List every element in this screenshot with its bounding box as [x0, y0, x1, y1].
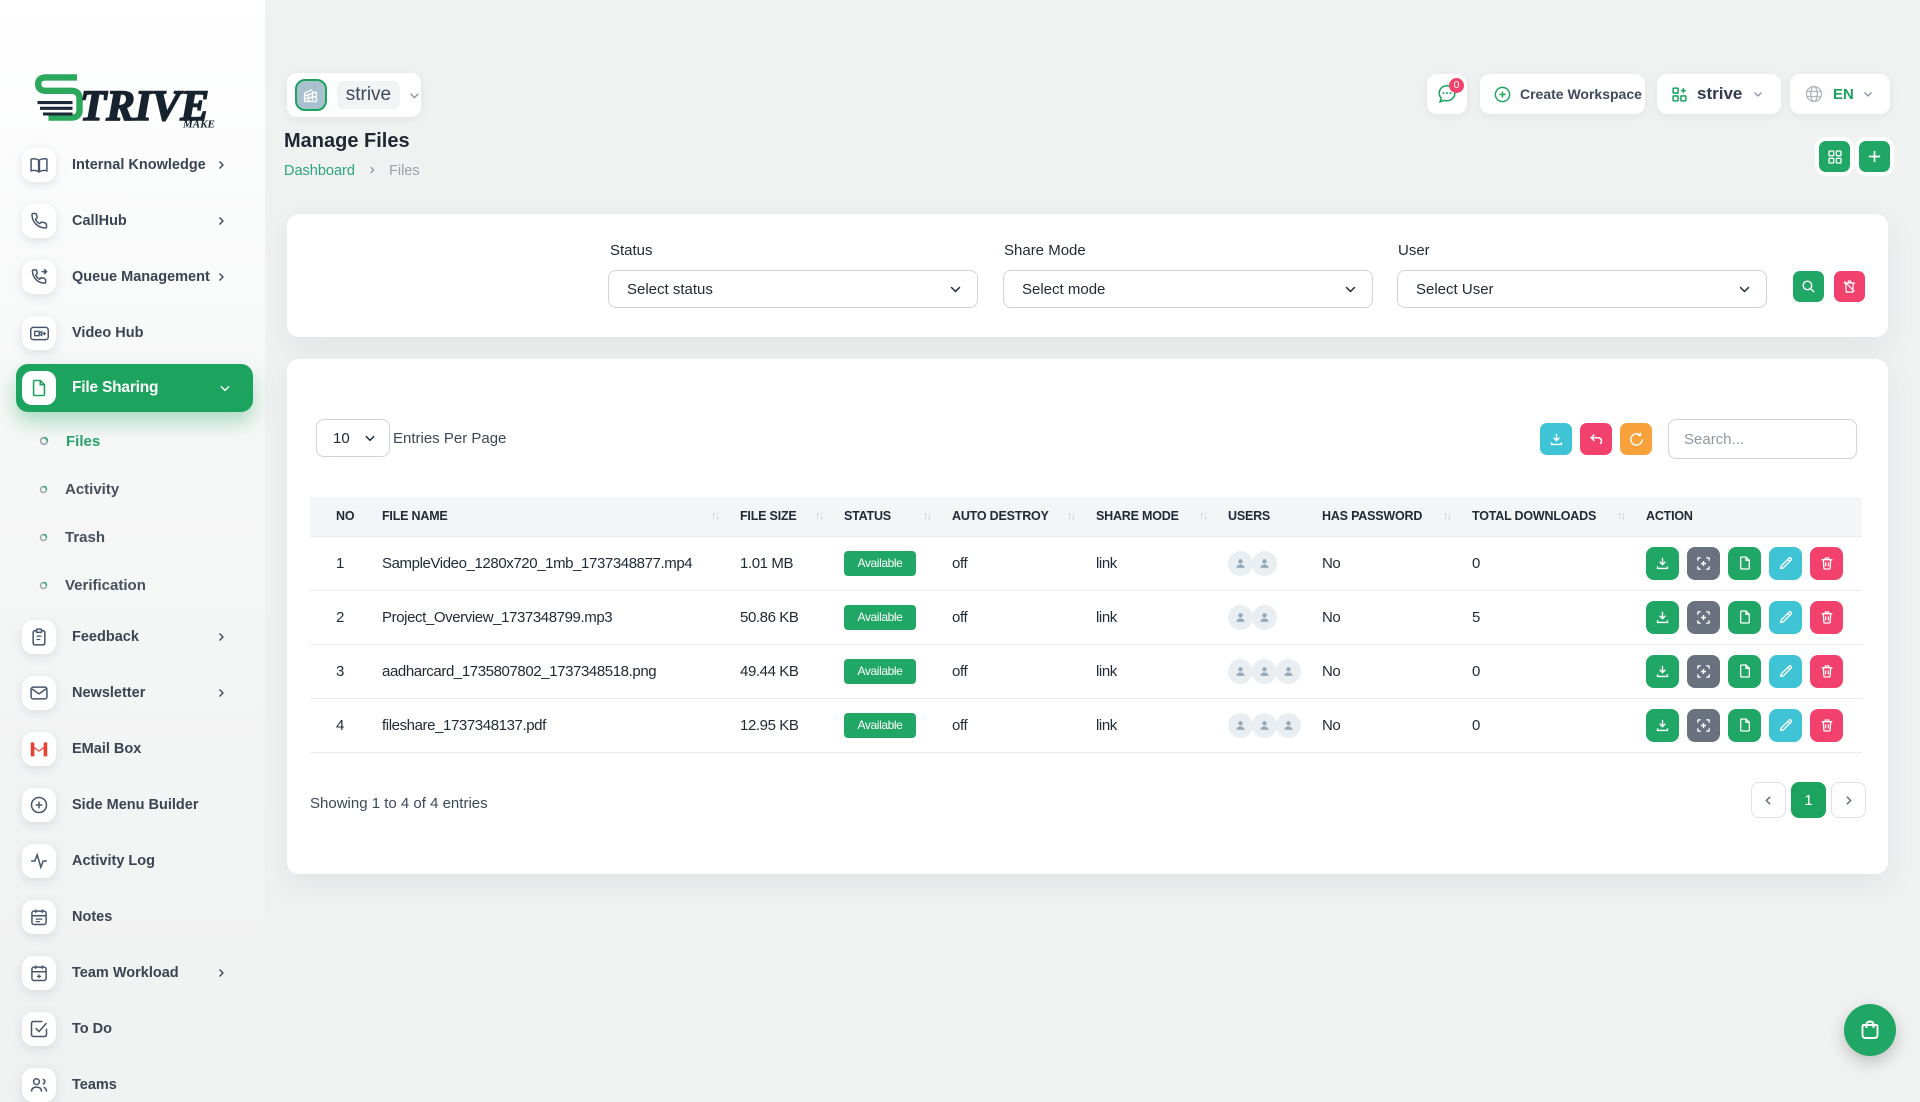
svg-text:MAKE: MAKE: [182, 119, 215, 131]
